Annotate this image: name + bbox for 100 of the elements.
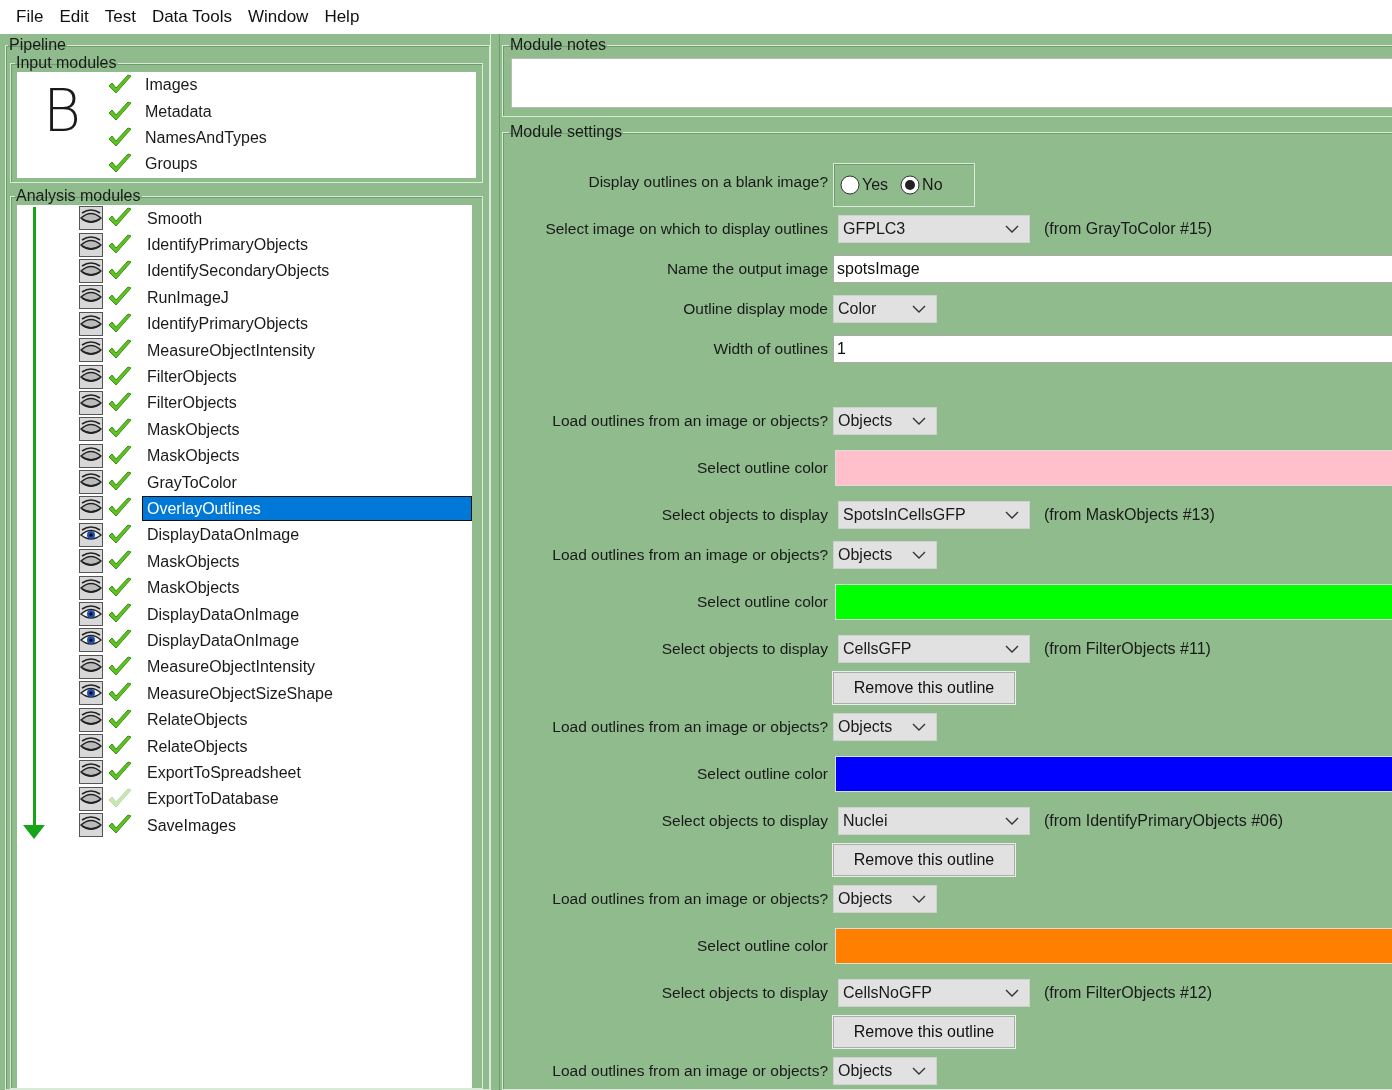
module-item[interactable]: FilterObjects: [142, 390, 472, 416]
dropdown[interactable]: CellsNoGFP: [838, 979, 1030, 1007]
radio-button[interactable]: [840, 175, 860, 195]
module-item[interactable]: DisplayDataOnImage: [142, 627, 472, 653]
text-field[interactable]: 1: [833, 335, 1392, 363]
source-note: (from FilterObjects #12): [1044, 984, 1213, 1002]
dropdown[interactable]: Objects: [833, 1057, 938, 1085]
module-item[interactable]: MaskObjects: [142, 416, 472, 442]
closed-eye-icon[interactable]: [79, 285, 103, 310]
notes-field[interactable]: [511, 58, 1392, 108]
module-item[interactable]: DisplayDataOnImage: [142, 601, 472, 627]
closed-eye-icon[interactable]: [79, 760, 103, 785]
setting-label: Outline display mode: [683, 300, 828, 317]
module-item[interactable]: MeasureObjectIntensity: [142, 654, 472, 680]
source-note: (from IdentifyPrimaryObjects #06): [1044, 812, 1284, 830]
closed-eye-icon[interactable]: [79, 206, 103, 231]
open-eye-icon[interactable]: [79, 522, 103, 547]
setting-label: Load outlines from an image or objects?: [552, 718, 828, 735]
module-item[interactable]: IdentifySecondaryObjects: [142, 258, 472, 284]
module-item[interactable]: RelateObjects: [142, 707, 472, 733]
module-item[interactable]: MeasureObjectSizeShape: [142, 680, 472, 706]
dropdown[interactable]: Objects: [833, 885, 938, 913]
chevron-down-icon: [912, 723, 927, 731]
closed-eye-icon[interactable]: [79, 786, 103, 811]
module-item[interactable]: DisplayDataOnImage: [142, 522, 472, 548]
menu-item[interactable]: File: [8, 7, 52, 27]
color-swatch[interactable]: [835, 756, 1392, 792]
closed-eye-icon[interactable]: [79, 654, 103, 679]
panel-splitter[interactable]: [490, 34, 500, 1090]
closed-eye-icon[interactable]: [79, 417, 103, 442]
module-item[interactable]: MaskObjects: [142, 575, 472, 601]
closed-eye-icon[interactable]: [79, 470, 103, 495]
closed-eye-icon[interactable]: [79, 575, 103, 600]
color-swatch[interactable]: [835, 928, 1392, 964]
chevron-down-icon: [1005, 225, 1019, 233]
module-name[interactable]: Images: [145, 76, 198, 95]
dropdown[interactable]: GFPLC3: [838, 215, 1030, 243]
open-eye-icon[interactable]: [79, 602, 103, 627]
dropdown[interactable]: SpotsInCellsGFP: [838, 501, 1030, 529]
closed-eye-icon[interactable]: [79, 549, 103, 574]
setting-label: Select image on which to display outlines: [545, 220, 828, 237]
closed-eye-icon[interactable]: [79, 813, 103, 838]
module-item[interactable]: MaskObjects: [142, 443, 472, 469]
dropdown[interactable]: CellsGFP: [838, 635, 1030, 663]
module-item[interactable]: FilterObjects: [142, 364, 472, 390]
closed-eye-icon[interactable]: [79, 496, 103, 521]
remove-outline-button[interactable]: Remove this outline: [833, 844, 1015, 876]
module-item[interactable]: OverlayOutlines: [142, 496, 472, 521]
closed-eye-icon[interactable]: [79, 707, 103, 732]
closed-eye-icon[interactable]: [79, 390, 103, 415]
remove-outline-button[interactable]: Remove this outline: [833, 1016, 1015, 1048]
module-item[interactable]: MeasureObjectIntensity: [142, 337, 472, 363]
color-swatch[interactable]: [835, 450, 1392, 486]
menu-item[interactable]: Help: [316, 7, 368, 27]
module-item[interactable]: IdentifyPrimaryObjects: [142, 232, 472, 258]
setting-label: Select outline color: [697, 937, 828, 954]
dropdown[interactable]: Objects: [833, 407, 938, 435]
dropdown[interactable]: Objects: [833, 541, 938, 569]
menu-item[interactable]: Data Tools: [143, 7, 240, 27]
closed-eye-icon[interactable]: [79, 258, 103, 283]
text-field[interactable]: spotsImage: [833, 255, 1392, 283]
closed-eye-icon[interactable]: [79, 443, 103, 468]
source-note: (from GrayToColor #15): [1044, 220, 1213, 238]
module-item[interactable]: Smooth: [142, 205, 472, 231]
module-name[interactable]: Groups: [145, 155, 198, 174]
module-name[interactable]: Metadata: [145, 102, 212, 121]
menu-item[interactable]: Test: [96, 7, 144, 27]
radio-option[interactable]: No: [900, 175, 943, 195]
remove-outline-button[interactable]: Remove this outline: [833, 672, 1015, 704]
module-item[interactable]: ExportToSpreadsheet: [142, 759, 472, 785]
module-name[interactable]: NamesAndTypes: [145, 128, 267, 147]
color-swatch[interactable]: [835, 584, 1392, 620]
dropdown[interactable]: Color: [833, 295, 937, 323]
setting-label: Select objects to display: [661, 984, 828, 1001]
module-item[interactable]: IdentifyPrimaryObjects: [142, 311, 472, 337]
menu-item[interactable]: Edit: [51, 7, 97, 27]
radio-option[interactable]: Yes: [840, 175, 889, 195]
module-item[interactable]: MaskObjects: [142, 548, 472, 574]
setting-label: Select objects to display: [661, 812, 828, 829]
group-title: Analysis modules: [15, 187, 142, 205]
radio-button[interactable]: [900, 175, 921, 195]
dropdown[interactable]: Objects: [833, 713, 938, 741]
closed-eye-icon[interactable]: [79, 232, 103, 257]
module-item[interactable]: RelateObjects: [142, 733, 472, 759]
closed-eye-icon[interactable]: [79, 734, 103, 758]
open-eye-icon[interactable]: [79, 681, 103, 706]
module-item[interactable]: ExportToDatabase: [142, 786, 472, 812]
open-eye-icon[interactable]: [79, 628, 103, 653]
closed-eye-icon[interactable]: [79, 338, 103, 363]
closed-eye-icon[interactable]: [79, 311, 103, 336]
module-item[interactable]: GrayToColor: [142, 469, 472, 495]
dropdown[interactable]: Nuclei: [838, 807, 1030, 835]
group-title: Pipeline: [8, 36, 67, 54]
setting-label: Width of outlines: [713, 340, 828, 357]
chevron-down-icon: [1005, 817, 1019, 825]
module-item[interactable]: SaveImages: [142, 812, 472, 838]
group-title: Input modules: [15, 54, 118, 72]
module-item[interactable]: RunImageJ: [142, 284, 472, 310]
menu-item[interactable]: Window: [239, 7, 317, 27]
closed-eye-icon[interactable]: [79, 364, 103, 389]
